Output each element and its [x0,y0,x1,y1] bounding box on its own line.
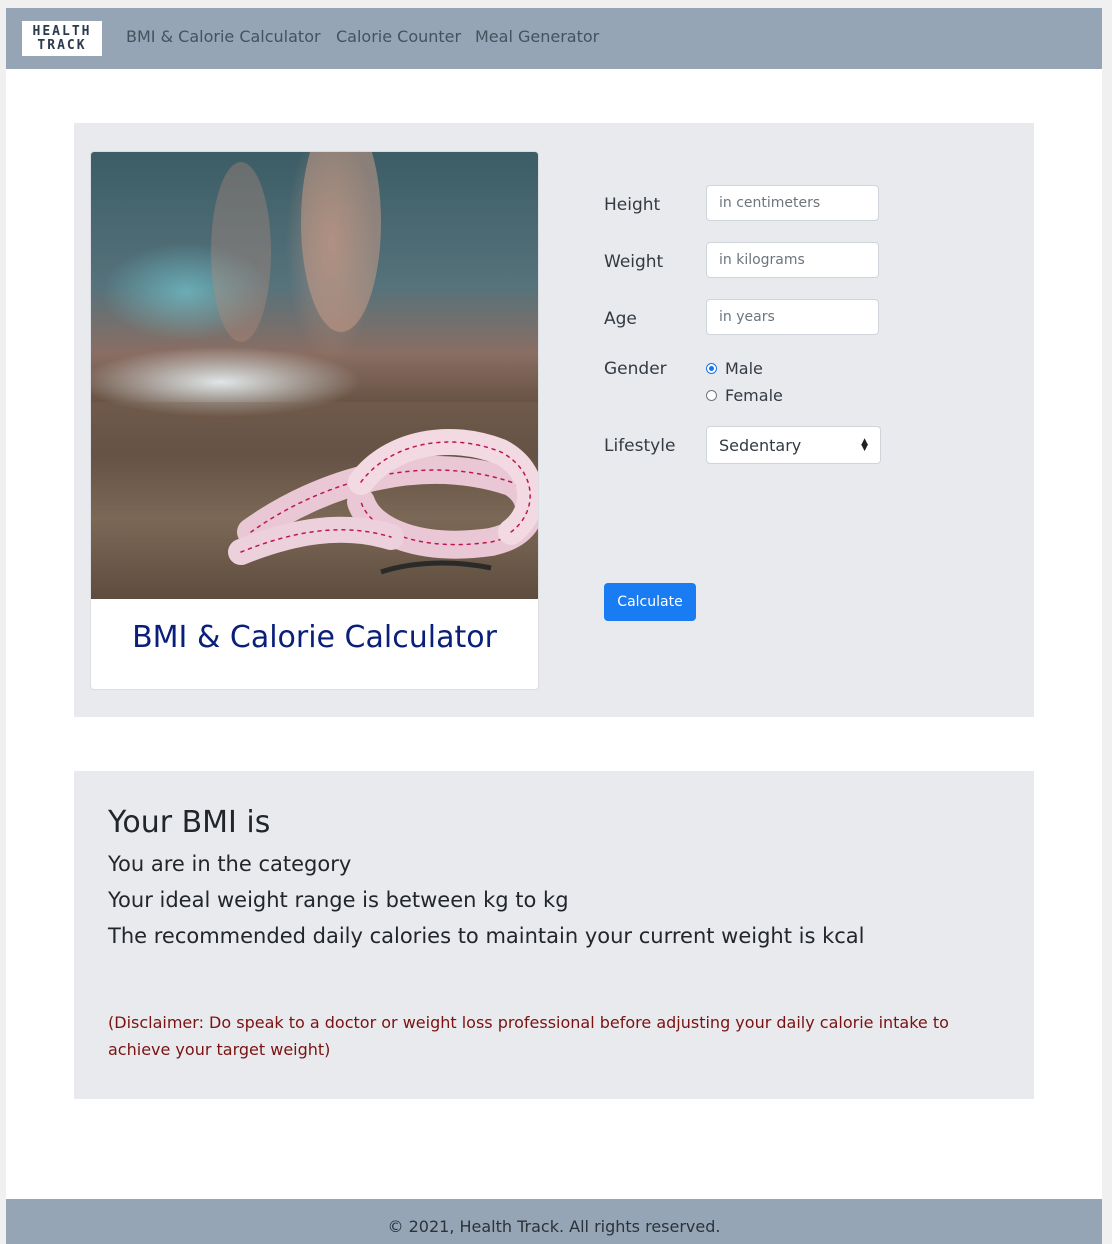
weight-label: Weight [604,252,664,272]
height-input[interactable] [706,185,879,221]
brand-line-2: TRACK [37,37,87,53]
calories-result: The recommended daily calories to mainta… [108,924,865,948]
footer-copyright: © 2021, Health Track. All rights reserve… [387,1217,721,1236]
brand-logo[interactable]: HEALTH TRACK [22,21,102,56]
female-radio-label: Female [725,386,783,405]
ideal-weight-result: Your ideal weight range is between kg to… [108,888,569,912]
lifestyle-selected-value: Sedentary [719,435,802,455]
card-title: BMI & Calorie Calculator [132,620,497,655]
female-radio[interactable] [706,390,717,401]
gender-label: Gender [604,359,667,379]
select-arrows-icon: ▲ ▼ [861,437,868,453]
male-radio[interactable] [706,363,717,374]
measuring-tape-illustration [91,152,538,599]
height-label: Height [604,195,661,215]
gender-option-male[interactable]: Male [706,359,763,378]
brand-line-1: HEALTH [32,23,92,39]
calculate-button[interactable]: Calculate [604,583,696,621]
lifestyle-label: Lifestyle [604,436,676,456]
nav-link-bmi-calculator[interactable]: BMI & Calorie Calculator [126,27,321,46]
category-result: You are in the category [108,852,352,876]
footer: © 2021, Health Track. All rights reserve… [6,1199,1102,1244]
calculator-section: BMI & Calorie Calculator Height Weight A… [74,123,1034,717]
page: HEALTH TRACK BMI & Calorie Calculator Ca… [6,8,1102,1244]
nav-link-calorie-counter[interactable]: Calorie Counter [336,27,461,46]
measuring-tape-photo [91,152,538,599]
calculator-card: BMI & Calorie Calculator [90,151,539,690]
disclaimer-text: (Disclaimer: Do speak to a doctor or wei… [108,1013,949,1059]
nav-link-meal-generator[interactable]: Meal Generator [475,27,599,46]
navbar: HEALTH TRACK BMI & Calorie Calculator Ca… [6,8,1102,69]
age-label: Age [604,309,637,329]
weight-input[interactable] [706,242,879,278]
bmi-result-heading: Your BMI is [108,805,271,840]
age-input[interactable] [706,299,879,335]
results-section: Your BMI is You are in the category Your… [74,771,1034,1099]
male-radio-label: Male [725,359,763,378]
gender-option-female[interactable]: Female [706,386,783,405]
lifestyle-select[interactable]: Sedentary ▲ ▼ [706,426,881,464]
